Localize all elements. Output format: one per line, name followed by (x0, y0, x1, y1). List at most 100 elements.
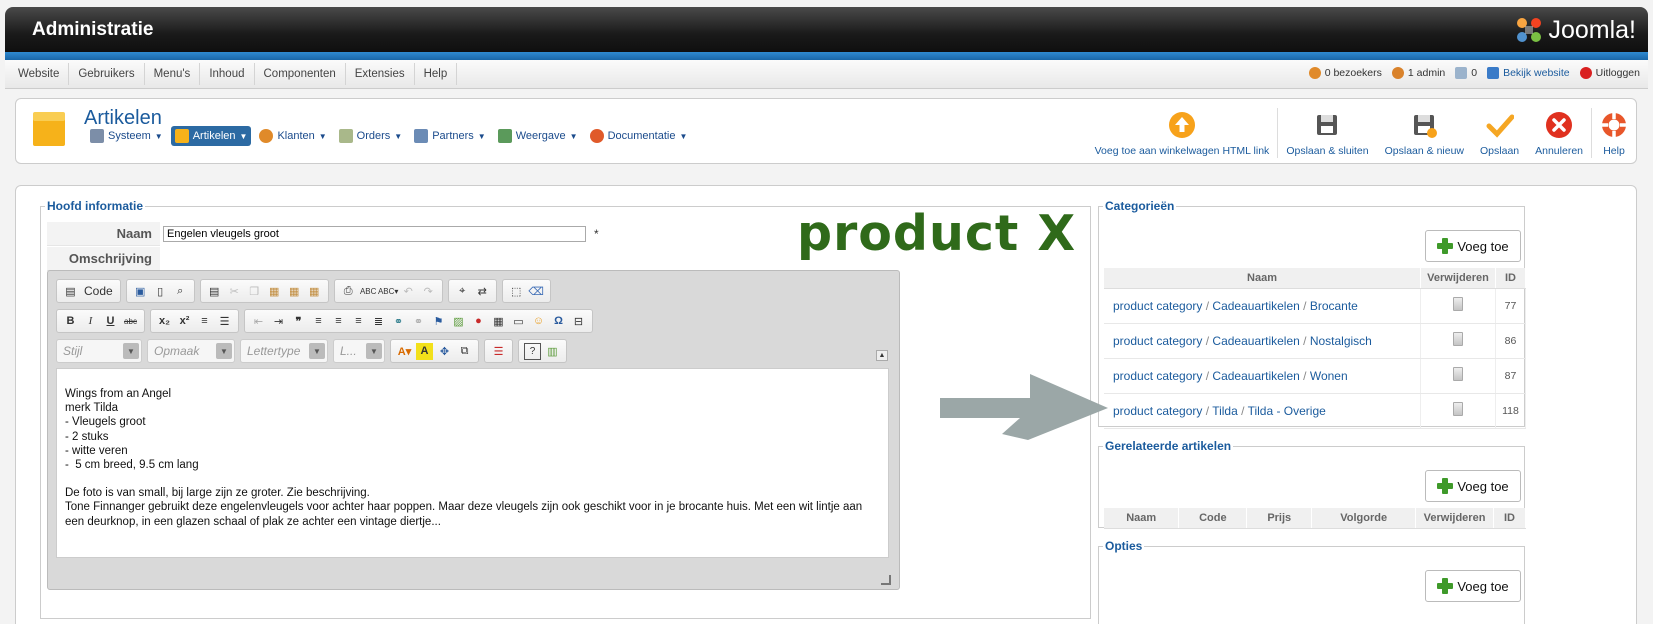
add-option-button[interactable]: Voeg toe (1425, 570, 1521, 602)
save-close-button[interactable]: Opslaan & sluiten (1278, 99, 1376, 163)
help-button[interactable]: Help (1592, 99, 1636, 163)
bullet-list-icon[interactable]: ☰ (216, 313, 233, 330)
print-icon[interactable]: ⎙ (340, 283, 357, 300)
related-articles-fieldset: Gerelateerde artikelen Voeg toe Naam Cod… (1098, 439, 1526, 529)
add-related-button[interactable]: Voeg toe (1425, 470, 1521, 502)
paste-text-icon[interactable]: ▦ (286, 283, 303, 300)
category-path[interactable]: product category / Cadeauartikelen / Nos… (1104, 323, 1422, 359)
blockquote-icon[interactable]: ❞ (290, 313, 307, 330)
outdent-icon[interactable]: ⇤ (250, 313, 267, 330)
size-select[interactable]: L... ▼ (333, 339, 385, 363)
table-icon[interactable]: ▦ (490, 313, 507, 330)
spellcheck-icon[interactable]: ABC (360, 283, 377, 300)
submenu-systeem[interactable]: Systeem ▼ (86, 126, 167, 146)
submenu-weergave[interactable]: Weergave ▼ (494, 126, 582, 146)
paste-word-icon[interactable]: ▦ (306, 283, 323, 300)
new-page-icon[interactable]: ▯ (152, 283, 169, 300)
background-color-icon[interactable]: A (416, 342, 433, 360)
flash-icon[interactable]: ● (470, 313, 487, 330)
category-path[interactable]: product category / Cadeauartikelen / Won… (1104, 358, 1422, 394)
anchor-flag-icon[interactable]: ⚑ (430, 313, 447, 330)
menu-componenten[interactable]: Componenten (255, 63, 346, 85)
subscript-icon[interactable]: x₂ (156, 313, 173, 330)
save-button[interactable]: Opslaan (1472, 99, 1527, 163)
page-break-icon[interactable]: ⊟ (570, 313, 587, 330)
menu-menus[interactable]: Menu's (145, 63, 201, 85)
lifebuoy-icon (589, 129, 604, 143)
special-char-icon[interactable]: Ω (550, 313, 567, 330)
menu-website[interactable]: Website (9, 63, 70, 85)
menu-extensies[interactable]: Extensies (346, 63, 415, 85)
logout-link[interactable]: Uitloggen (1579, 67, 1640, 79)
paste-icon[interactable]: ▦ (266, 283, 283, 300)
link-icon[interactable]: ⚭ (390, 313, 407, 330)
editor-line: - 5 cm breed, 9.5 cm lang (65, 459, 199, 472)
indent-icon[interactable]: ⇥ (270, 313, 287, 330)
undo-icon[interactable]: ↶ (400, 283, 417, 300)
save-new-button[interactable]: Opslaan & nieuw (1377, 99, 1472, 163)
trash-icon[interactable] (1453, 402, 1464, 416)
style-select[interactable]: Stijl ▼ (56, 339, 142, 363)
trash-icon[interactable] (1453, 367, 1464, 381)
trash-icon[interactable] (1453, 332, 1464, 346)
ddc-icon[interactable]: ▥ (544, 343, 561, 360)
editor-content[interactable]: Wings from an Angel merk Tilda - Vleugel… (56, 368, 889, 558)
resize-handle-icon[interactable] (881, 575, 891, 585)
align-right-icon[interactable]: ≡ (350, 313, 367, 330)
preview-icon[interactable]: ⌕ (172, 283, 189, 300)
submenu-orders[interactable]: Orders ▼ (335, 126, 407, 146)
superscript-icon[interactable]: x² (176, 313, 193, 330)
menu-inhoud[interactable]: Inhoud (200, 63, 255, 85)
lifebuoy-help-icon (1602, 113, 1626, 137)
readmore-icon[interactable]: ☰ (490, 343, 507, 360)
submenu-partners[interactable]: Partners ▼ (410, 126, 490, 146)
font-select[interactable]: Lettertype ▼ (240, 339, 328, 363)
collapse-toolbar-icon[interactable]: ▲ (876, 350, 888, 361)
smiley-icon[interactable]: ☺ (530, 313, 547, 330)
category-path[interactable]: product category / Cadeauartikelen / Bro… (1104, 288, 1422, 324)
spellcheck-dropdown-icon[interactable]: ABC▾ (378, 283, 398, 300)
numbered-list-icon[interactable]: ≡ (196, 313, 213, 330)
add-to-cart-link-button[interactable]: Voeg toe aan winkelwagen HTML link (1087, 99, 1278, 163)
submenu-documentatie[interactable]: Documentatie ▼ (586, 126, 692, 146)
save-doc-icon[interactable]: ▣ (132, 283, 149, 300)
maximize-icon[interactable]: ✥ (436, 343, 453, 360)
messages-status[interactable]: 0 (1455, 67, 1477, 79)
add-category-button[interactable]: Voeg toe (1425, 230, 1521, 262)
view-site-link[interactable]: Bekijk website (1487, 67, 1570, 79)
underline-icon[interactable]: U (102, 313, 119, 330)
menu-help[interactable]: Help (415, 63, 458, 85)
format-select[interactable]: Opmaak ▼ (147, 339, 235, 363)
cut-icon[interactable]: ✂ (226, 283, 243, 300)
bold-icon[interactable]: B (62, 313, 79, 330)
italic-icon[interactable]: I (82, 313, 99, 330)
horizontal-rule-icon[interactable]: ▭ (510, 313, 527, 330)
category-path[interactable]: product category / Tilda / Tilda - Overi… (1104, 393, 1422, 429)
status-bar: 0 bezoekers 1 admin 0 Bekijk website Uit… (1308, 67, 1640, 79)
about-icon[interactable]: ? (524, 342, 541, 360)
add-category-label: Voeg toe (1457, 238, 1509, 254)
find-icon[interactable]: ⌖ (454, 283, 471, 300)
align-left-icon[interactable]: ≡ (310, 313, 327, 330)
submenu-klanten[interactable]: Klanten ▼ (255, 126, 330, 146)
name-input[interactable] (163, 226, 586, 242)
submenu-artikelen[interactable]: Artikelen ▼ (170, 126, 252, 146)
trash-icon[interactable] (1453, 297, 1464, 311)
cancel-button[interactable]: Annuleren (1527, 99, 1591, 163)
image-icon[interactable]: ▨ (450, 313, 467, 330)
strikethrough-icon[interactable]: abc (122, 313, 139, 330)
copy-icon[interactable]: ❐ (246, 283, 263, 300)
text-color-icon[interactable]: A▾ (396, 343, 413, 360)
align-center-icon[interactable]: ≡ (330, 313, 347, 330)
remove-format-icon[interactable]: ⌫ (528, 283, 545, 300)
select-all-icon[interactable]: ⬚ (508, 283, 525, 300)
checkmark-icon (1486, 114, 1514, 138)
show-blocks-icon[interactable]: ⧉ (456, 343, 473, 360)
menu-gebruikers[interactable]: Gebruikers (69, 63, 145, 85)
redo-icon[interactable]: ↷ (420, 283, 437, 300)
unlink-icon[interactable]: ⚭ (410, 313, 427, 330)
align-justify-icon[interactable]: ≣ (370, 313, 387, 330)
code-button[interactable]: Code (82, 283, 115, 300)
templates-icon[interactable]: ▤ (206, 283, 223, 300)
replace-icon[interactable]: ⇄ (474, 283, 491, 300)
